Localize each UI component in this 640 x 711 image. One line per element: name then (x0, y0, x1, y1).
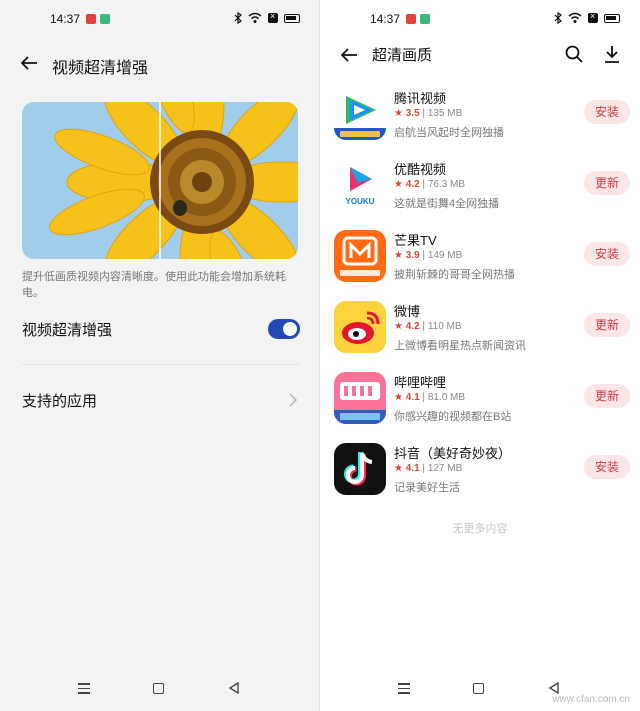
app-meta: ★ 4.2 | 110 MB (394, 321, 462, 332)
left-screen: 14:37 视频超清增强 (0, 0, 320, 711)
bluetooth-icon (234, 12, 242, 24)
download-icon[interactable] (602, 44, 622, 64)
star-icon: ★ (394, 179, 403, 190)
wifi-icon (248, 12, 262, 23)
app-rating: 4.2 (405, 321, 420, 332)
app-name: 哔哩哔哩 (394, 375, 447, 390)
app-size: 127 MB (427, 463, 463, 474)
sim-icon (588, 11, 598, 23)
menu-icon[interactable] (398, 683, 410, 694)
list-item[interactable]: 抖音（美好奇妙夜） ★ 4.1 | 127 MB 记录美好生活 安装 (334, 443, 630, 503)
bluetooth-icon (554, 12, 562, 24)
chevron-right-icon (289, 393, 298, 407)
app-meta: ★ 3.9 | 149 MB (394, 250, 463, 261)
sunflower-preview-image (22, 102, 298, 259)
update-button[interactable]: 更新 (584, 313, 630, 337)
app-size: 110 MB (427, 321, 462, 332)
notification-icon (406, 14, 416, 24)
star-icon: ★ (394, 321, 403, 332)
list-item[interactable]: 腾讯视频 ★ 3.5 | 135 MB 启航当风起时全网独播 安装 (334, 88, 630, 148)
page-title: 视频超清增强 (52, 60, 149, 77)
app-meta: ★ 4.1 | 127 MB (394, 463, 463, 474)
app-description: 记录美好生活 (394, 482, 460, 494)
status-bar: 14:37 (320, 10, 640, 30)
menu-icon[interactable] (78, 683, 90, 694)
mango-tv-icon (334, 230, 386, 282)
watermark: www.cfan.com.cn (552, 694, 630, 705)
notification-icon (100, 14, 110, 24)
supported-apps-label: 支持的应用 (22, 393, 98, 410)
search-icon[interactable] (564, 44, 584, 64)
weibo-icon (334, 301, 386, 353)
install-button[interactable]: 安装 (584, 242, 630, 266)
notification-icon (420, 14, 430, 24)
page-title: 超清画质 (372, 47, 433, 64)
svg-text:YOUKU: YOUKU (346, 197, 375, 206)
app-rating: 3.5 (405, 108, 420, 119)
app-rating: 4.1 (405, 392, 420, 403)
app-description: 上微博看明星热点新闻资讯 (394, 340, 526, 352)
app-size: 76.3 MB (427, 179, 466, 190)
home-icon[interactable] (153, 683, 164, 694)
star-icon: ★ (394, 108, 403, 119)
app-name: 微博 (394, 304, 421, 319)
star-icon: ★ (394, 250, 403, 261)
list-item[interactable]: 微博 ★ 4.2 | 110 MB 上微博看明星热点新闻资讯 更新 (334, 301, 630, 361)
app-name: 芒果TV (394, 233, 437, 248)
app-description: 这就是街舞4全网独播 (394, 198, 500, 210)
app-meta: ★ 4.2 | 76.3 MB (394, 179, 466, 190)
star-icon: ★ (394, 463, 403, 474)
app-description: 你感兴趣的视频都在B站 (394, 411, 512, 423)
toggle-row: 视频超清增强 (22, 309, 300, 349)
back-triangle-icon[interactable] (228, 682, 240, 694)
notification-icon (86, 14, 96, 24)
back-triangle-icon[interactable] (548, 682, 560, 694)
update-button[interactable]: 更新 (584, 171, 630, 195)
bilibili-icon (334, 372, 386, 424)
app-name: 抖音（美好奇妙夜） (394, 446, 512, 461)
app-description: 启航当风起时全网独播 (394, 127, 504, 139)
app-name: 优酷视频 (394, 162, 447, 177)
list-item[interactable]: 芒果TV ★ 3.9 | 149 MB 披荆斩棘的哥哥全网热播 安装 (334, 230, 630, 290)
status-bar: 14:37 (0, 10, 320, 30)
enhance-toggle[interactable] (268, 319, 300, 339)
home-icon[interactable] (473, 683, 484, 694)
header: 视频超清增强 (0, 48, 320, 78)
app-size: 149 MB (427, 250, 463, 261)
battery-icon (284, 13, 300, 23)
app-meta: ★ 4.1 | 81.0 MB (394, 392, 466, 403)
app-rating: 3.9 (405, 250, 420, 261)
navigation-bar (0, 669, 320, 711)
app-name: 腾讯视频 (394, 91, 447, 106)
back-arrow-icon[interactable] (338, 44, 360, 66)
tencent-video-icon (334, 88, 386, 140)
youku-icon: YOUKU (334, 159, 386, 211)
divider (22, 364, 300, 365)
feature-description: 提升低画质视频内容清晰度。使用此功能会增加系统耗电。 (22, 271, 286, 299)
app-size: 81.0 MB (427, 392, 466, 403)
app-meta: ★ 3.5 | 135 MB (394, 108, 463, 119)
list-item[interactable]: YOUKU 优酷视频 ★ 4.2 | 76.3 MB 这就是街舞4全网独播 更新 (334, 159, 630, 219)
toggle-label: 视频超清增强 (22, 322, 113, 339)
end-of-list-text: 无更多内容 (452, 523, 508, 535)
app-description: 披荆斩棘的哥哥全网热播 (394, 269, 515, 281)
list-item[interactable]: 哔哩哔哩 ★ 4.1 | 81.0 MB 你感兴趣的视频都在B站 更新 (334, 372, 630, 432)
status-time: 14:37 (50, 12, 81, 26)
battery-icon (604, 13, 620, 23)
app-rating: 4.1 (405, 463, 420, 474)
back-arrow-icon[interactable] (18, 52, 40, 74)
status-time: 14:37 (370, 12, 401, 26)
update-button[interactable]: 更新 (584, 384, 630, 408)
star-icon: ★ (394, 392, 403, 403)
install-button[interactable]: 安装 (584, 455, 630, 479)
right-screen: 14:37 超清画质 腾讯视频 ★ 3.5 | 135 MB 启航当风起时全网独 (320, 0, 640, 711)
app-size: 135 MB (427, 108, 463, 119)
supported-apps-row[interactable]: 支持的应用 (22, 380, 300, 420)
app-rating: 4.2 (405, 179, 420, 190)
sim-icon (268, 11, 278, 23)
douyin-icon (334, 443, 386, 495)
wifi-icon (568, 12, 582, 23)
install-button[interactable]: 安装 (584, 100, 630, 124)
